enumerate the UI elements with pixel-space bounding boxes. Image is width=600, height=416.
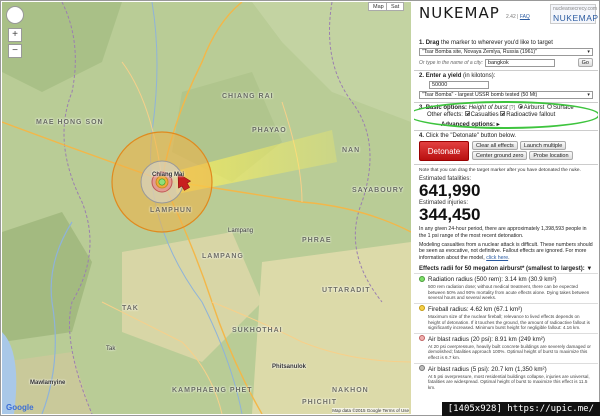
target-select[interactable]: "Tsar Bomba site, Novaya Zemlya, Russia … <box>419 48 593 56</box>
population-paragraph: In any given 24-hour period, there are a… <box>419 226 587 239</box>
map-copyright[interactable]: Map data ©2015 Google Terms of Use <box>332 408 409 413</box>
label-phitsanulok: Phitsanulok <box>272 364 307 370</box>
step1-text: the marker to wherever you'd like to tar… <box>439 40 553 46</box>
panel-header: NUKEMAP 2.42 | FAQ nuclearsecrecy.com NU… <box>414 2 598 38</box>
label-uttaradit: UTTARADIT <box>322 287 371 294</box>
google-logo: Google <box>6 403 34 412</box>
center-ground-zero-button[interactable]: Center ground zero <box>472 151 528 161</box>
label-chiang-mai: Chiang Mai <box>152 172 185 178</box>
city-hint: Or type in the name of a city: <box>419 59 483 66</box>
label-tak-city: Tak <box>106 346 116 352</box>
zoom-out-button[interactable]: − <box>8 44 22 58</box>
map-view[interactable]: Map Sat + − MAE HONG SON CHIANG RAI PHAY… <box>2 2 411 414</box>
casualties-checkbox[interactable] <box>464 111 470 117</box>
clear-effects-button[interactable]: Clear all effects <box>472 141 518 151</box>
version-label: 2.42 | FAQ <box>506 14 530 20</box>
fallout-checkbox[interactable] <box>500 111 506 117</box>
effects-list: Radiation radius (500 rem): 3.14 km (30.… <box>414 273 598 392</box>
preset-select[interactable]: "Tsar Bomba" - largest USSR bomb tested … <box>419 91 593 99</box>
step1-strong: Drag <box>425 40 440 46</box>
probe-location-button[interactable]: Probe location <box>529 151 573 161</box>
label-phrae: PHRAE <box>302 237 332 244</box>
city-input[interactable]: bangkok <box>484 58 555 67</box>
blast-20psi-dot-icon <box>419 335 425 342</box>
watermark: [1405x928] https://upic.me/ <box>441 402 600 416</box>
badge-logo: NUKEMAP <box>553 13 598 23</box>
launch-multiple-button[interactable]: Launch multiple <box>519 141 567 151</box>
effect-item: Radiation radius (500 rem): 3.14 km (30.… <box>414 273 598 303</box>
nukemap-badge[interactable]: nuclearsecrecy.com NUKEMAP <box>550 4 598 24</box>
surface-radio[interactable] <box>546 104 552 109</box>
effects-title[interactable]: Effects radii for 50 megaton airburst* (… <box>419 266 593 272</box>
effect-item: Air blast radius (20 psi): 8.91 km (249 … <box>414 332 598 363</box>
label-mawlamyine: Mawlamyine <box>30 380 66 386</box>
label-lampang-city: Lampang <box>228 228 254 234</box>
step-1: 1. Drag the marker to wherever you'd lik… <box>414 38 598 71</box>
effect-item: Fireball radius: 4.62 km (67.1 km²) Maxi… <box>414 302 598 333</box>
blast-5psi-dot-icon <box>419 364 425 371</box>
go-button[interactable]: Go <box>577 58 593 67</box>
label-kamphaeng-phet: KAMPHAENG PHET <box>172 387 253 394</box>
app-logo: NUKEMAP <box>419 4 500 22</box>
fireball-dot-icon <box>419 305 425 312</box>
effect-item: Air blast radius (5 psi): 20.7 km (1,350… <box>414 362 598 393</box>
airburst-radio[interactable] <box>517 104 523 109</box>
model-paragraph: Modeling casualties from a nuclear attac… <box>419 241 593 261</box>
step2-strong: Enter a yield <box>425 73 462 79</box>
label-phayao: PHAYAO <box>252 127 287 134</box>
highlight-ellipse <box>414 101 598 129</box>
zoom-in-button[interactable]: + <box>8 28 22 42</box>
model-info-link[interactable]: click here <box>486 255 508 261</box>
chevron-down-icon: ▾ <box>587 49 590 55</box>
drag-note: Note that you can drag the target marker… <box>419 168 581 174</box>
fatalities-value: 641,990 <box>419 181 481 201</box>
detonate-button[interactable]: Detonate <box>419 141 469 162</box>
label-tak: TAK <box>122 305 139 312</box>
pan-control[interactable] <box>6 6 24 24</box>
chevron-down-icon: ▾ <box>587 92 590 98</box>
radiation-dot-icon <box>419 275 425 282</box>
injuries-value: 344,450 <box>419 205 481 225</box>
faq-link[interactable]: FAQ <box>520 14 530 20</box>
label-sukhothai: SUKHOTHAI <box>232 327 283 334</box>
tab-satellite[interactable]: Sat <box>386 2 405 11</box>
step-4: 4. Click the "Detonate" button below. De… <box>414 131 598 166</box>
label-mae-hong-son: MAE HONG SON <box>36 119 104 126</box>
step-3: 3. Basic options: Height of burst [?] Ai… <box>414 101 598 132</box>
yield-input[interactable]: 50000 <box>429 81 489 89</box>
label-chiang-rai: CHIANG RAI <box>222 93 274 100</box>
step-2: 2. Enter a yield (in kilotons): 50000 "T… <box>414 71 598 103</box>
label-nakhon: NAKHON <box>332 387 369 394</box>
label-nan: NAN <box>342 147 361 154</box>
map-terrain <box>2 2 411 414</box>
badge-site: nuclearsecrecy.com <box>553 6 598 12</box>
label-lampang: LAMPANG <box>202 253 244 260</box>
label-sayaboury: SAYABOURY <box>352 187 405 194</box>
control-panel: NUKEMAP 2.42 | FAQ nuclearsecrecy.com NU… <box>414 2 598 414</box>
label-lamphun: LAMPHUN <box>150 207 192 214</box>
